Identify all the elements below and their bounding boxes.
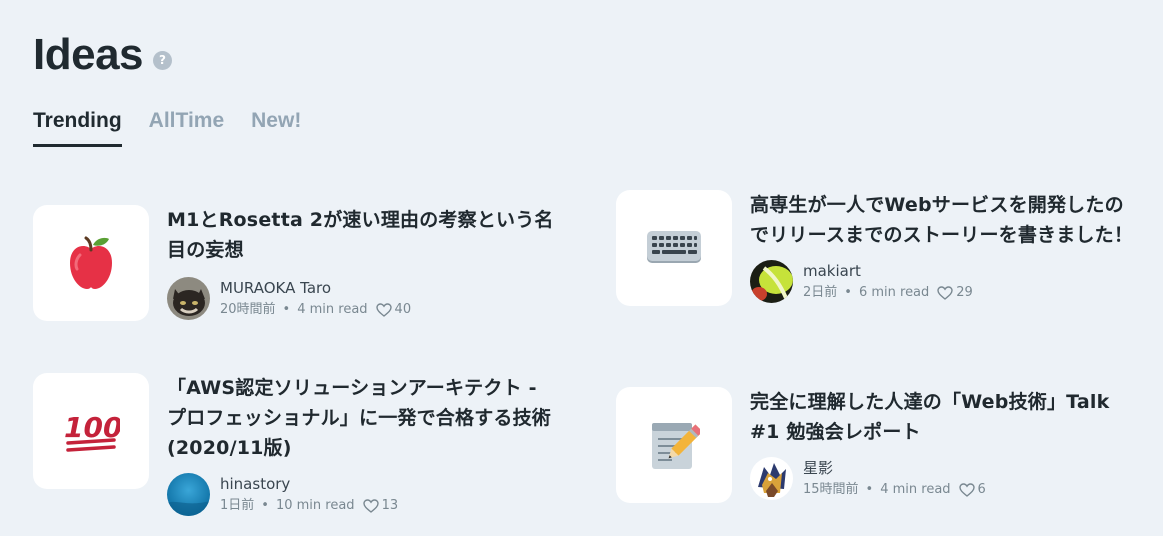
- like-count[interactable]: 6: [958, 480, 986, 500]
- article-card[interactable]: 100 「AWS認定ソリューションアーキテクト - プロフェッショナル」に一発で…: [33, 373, 559, 516]
- page-header: Ideas ?: [33, 30, 173, 80]
- article-card[interactable]: 高専生が一人でWebサービスを開発したのでリリースまでのストーリーを書きました！…: [616, 190, 1142, 306]
- author-name[interactable]: MURAOKA Taro: [220, 278, 411, 298]
- article-card[interactable]: 完全に理解した人達の「Web技術」Talk #1 勉強会レポート 星影 15時間…: [616, 387, 1142, 503]
- avatar[interactable]: [167, 473, 210, 516]
- avatar[interactable]: [750, 457, 793, 500]
- article-thumbnail[interactable]: [616, 190, 732, 306]
- post-time: 20時間前: [220, 301, 276, 317]
- heart-icon: [375, 302, 392, 317]
- author-name[interactable]: hinastory: [220, 474, 398, 494]
- red-apple-icon: [70, 236, 112, 289]
- read-time: 4 min read: [880, 481, 951, 497]
- heart-icon: [937, 285, 953, 300]
- read-time: 4 min read: [297, 301, 368, 317]
- like-count[interactable]: 40: [375, 300, 412, 320]
- article-title[interactable]: 完全に理解した人達の「Web技術」Talk #1 勉強会レポート: [750, 387, 1142, 447]
- article-title[interactable]: M1とRosetta 2が速い理由の考察という名目の妄想: [167, 205, 559, 265]
- post-time: 15時間前: [803, 481, 859, 497]
- like-number: 40: [394, 301, 412, 317]
- article-thumbnail[interactable]: 100: [33, 373, 149, 489]
- like-number: 6: [977, 481, 986, 497]
- tab-new[interactable]: New!: [251, 109, 301, 147]
- separator-dot: •: [865, 481, 874, 497]
- avatar[interactable]: [167, 277, 210, 320]
- tab-alltime[interactable]: AllTime: [149, 109, 224, 147]
- separator-dot: •: [282, 301, 291, 317]
- avatar[interactable]: [750, 260, 793, 303]
- read-time: 10 min read: [275, 497, 355, 513]
- author-name[interactable]: makiart: [803, 261, 973, 281]
- heart-icon: [958, 482, 975, 497]
- read-time: 6 min read: [858, 284, 930, 300]
- like-number: 13: [381, 497, 399, 513]
- article-thumbnail[interactable]: [616, 387, 732, 503]
- like-number: 29: [956, 284, 973, 300]
- separator-dot: •: [261, 497, 269, 513]
- like-count[interactable]: 13: [362, 496, 399, 516]
- tab-trending[interactable]: Trending: [33, 109, 122, 147]
- heart-icon: [362, 498, 379, 513]
- article-title[interactable]: 「AWS認定ソリューションアーキテクト - プロフェッショナル」に一発で合格する…: [167, 373, 559, 463]
- hundred-points-icon: 100: [64, 411, 120, 452]
- author-name[interactable]: 星影: [803, 458, 986, 478]
- keyboard-icon: [647, 231, 701, 263]
- memo-icon: [652, 423, 700, 469]
- page-title: Ideas: [33, 30, 144, 79]
- post-time: 2日前: [803, 284, 838, 300]
- article-card[interactable]: M1とRosetta 2が速い理由の考察という名目の妄想 MURAOKA Tar…: [33, 205, 559, 321]
- article-title[interactable]: 高専生が一人でWebサービスを開発したのでリリースまでのストーリーを書きました！: [750, 190, 1142, 250]
- post-time: 1日前: [220, 497, 255, 513]
- separator-dot: •: [844, 284, 852, 300]
- help-icon[interactable]: ?: [153, 50, 173, 70]
- tab-bar: Trending AllTime New!: [33, 109, 328, 147]
- like-count[interactable]: 29: [937, 283, 973, 303]
- article-thumbnail[interactable]: [33, 205, 149, 321]
